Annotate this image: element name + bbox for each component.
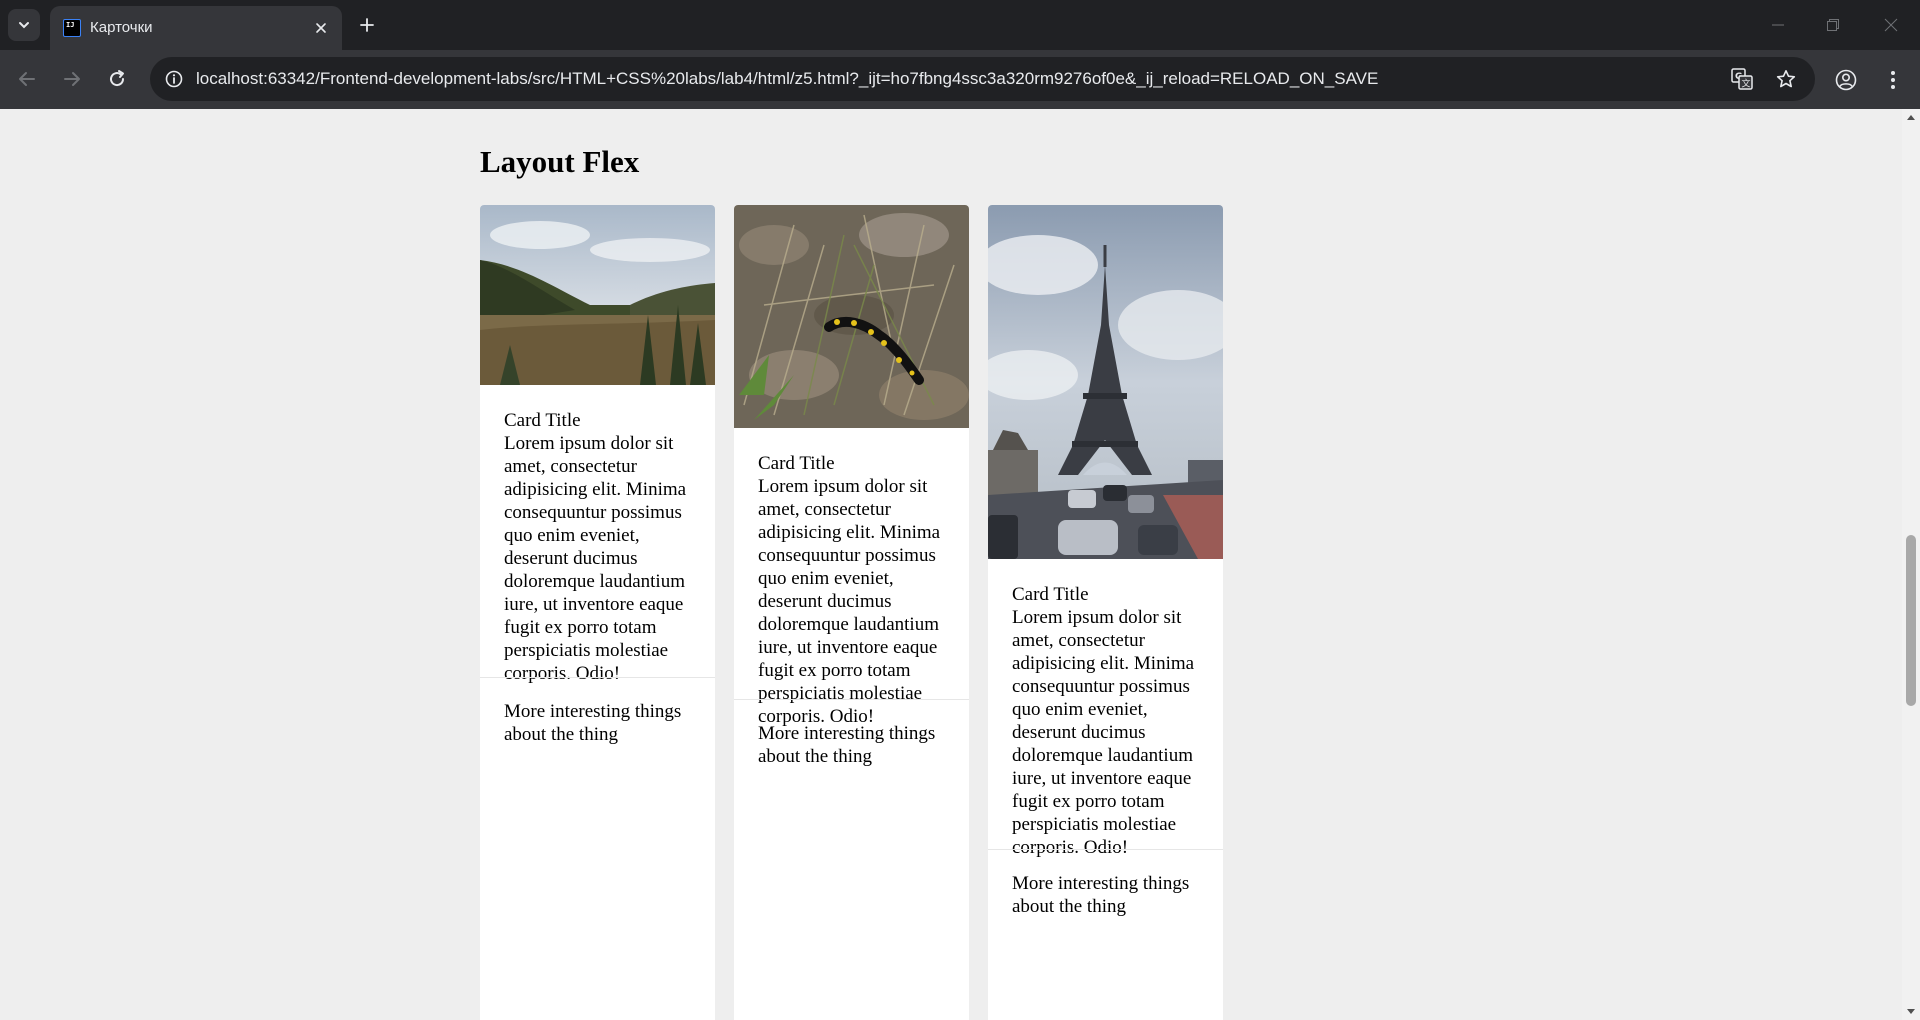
plus-icon: [360, 18, 374, 32]
svg-text:文: 文: [1742, 78, 1751, 90]
card-body: Card Title Lorem ipsum dolor sit amet, c…: [480, 385, 715, 685]
card-text: Lorem ipsum dolor sit amet, consectetur …: [504, 433, 687, 684]
active-tab[interactable]: IJ Карточки: [50, 6, 342, 50]
scroll-up-arrow-icon[interactable]: [1906, 113, 1916, 123]
eiffel-tower-photo: [988, 205, 1223, 559]
reload-icon: [110, 70, 125, 87]
card-title: Card Title: [758, 453, 835, 474]
minimize-icon: [1772, 24, 1784, 26]
restore-button[interactable]: [1821, 13, 1845, 37]
card-title: Card Title: [1012, 584, 1089, 605]
url-text[interactable]: localhost:63342/Frontend-development-lab…: [196, 69, 1378, 89]
card-body: Card Title Lorem ipsum dolor sit amet, c…: [734, 428, 969, 728]
card-footer: More interesting things about the thing: [988, 849, 1223, 1020]
intellij-favicon-icon: IJ: [63, 19, 81, 37]
tab-title: Карточки: [90, 19, 153, 36]
card: Card Title Lorem ipsum dolor sit amet, c…: [734, 205, 969, 1020]
card: Card Title Lorem ipsum dolor sit amet, c…: [988, 205, 1223, 1020]
tab-search-button[interactable]: [8, 9, 40, 41]
card-title: Card Title: [504, 410, 581, 431]
site-info-button[interactable]: [162, 67, 186, 91]
close-window-icon: [1884, 18, 1898, 32]
translate-icon: G 文: [1731, 68, 1753, 90]
browser-toolbar: localhost:63342/Frontend-development-lab…: [0, 50, 1920, 109]
restore-icon: [1827, 19, 1839, 31]
tab-strip: IJ Карточки: [0, 0, 1920, 50]
site-info-icon: [165, 70, 183, 88]
kebab-menu-icon: [1891, 71, 1895, 89]
close-icon: [316, 23, 326, 33]
forward-button[interactable]: [59, 66, 85, 92]
card-footer: More interesting things about the thing: [480, 677, 715, 1020]
forward-arrow-icon: [64, 72, 80, 86]
star-icon: [1776, 70, 1796, 88]
scroll-down-arrow-icon[interactable]: [1906, 1006, 1916, 1016]
vertical-scrollbar[interactable]: [1902, 109, 1920, 1020]
browser-menu-button[interactable]: [1880, 67, 1906, 93]
tab-close-button[interactable]: [312, 19, 330, 37]
profile-button[interactable]: [1833, 67, 1859, 93]
back-arrow-icon: [19, 72, 35, 86]
page-viewport: Layout Flex Card Title Lorem ipsum dolor…: [0, 109, 1902, 1020]
card-footer: More interesting things about the thing: [734, 699, 969, 1020]
address-bar[interactable]: localhost:63342/Frontend-development-lab…: [150, 57, 1815, 101]
landscape-photo: [480, 205, 715, 385]
card-text: Lorem ipsum dolor sit amet, consectetur …: [758, 476, 941, 727]
translate-button[interactable]: G 文: [1730, 67, 1754, 91]
card-text: Lorem ipsum dolor sit amet, consectetur …: [1012, 607, 1195, 858]
back-button[interactable]: [14, 66, 40, 92]
page-title: Layout Flex: [480, 144, 640, 179]
bookmark-button[interactable]: [1774, 67, 1798, 91]
card-body: Card Title Lorem ipsum dolor sit amet, c…: [988, 559, 1223, 859]
new-tab-button[interactable]: [355, 13, 379, 37]
card: Card Title Lorem ipsum dolor sit amet, c…: [480, 205, 715, 1020]
minimize-button[interactable]: [1766, 13, 1790, 37]
chevron-down-icon: [19, 22, 29, 29]
close-window-button[interactable]: [1879, 13, 1903, 37]
scrollbar-thumb[interactable]: [1906, 535, 1916, 706]
profile-icon: [1835, 69, 1857, 91]
salamander-photo: [734, 205, 969, 428]
reload-button[interactable]: [104, 66, 130, 92]
